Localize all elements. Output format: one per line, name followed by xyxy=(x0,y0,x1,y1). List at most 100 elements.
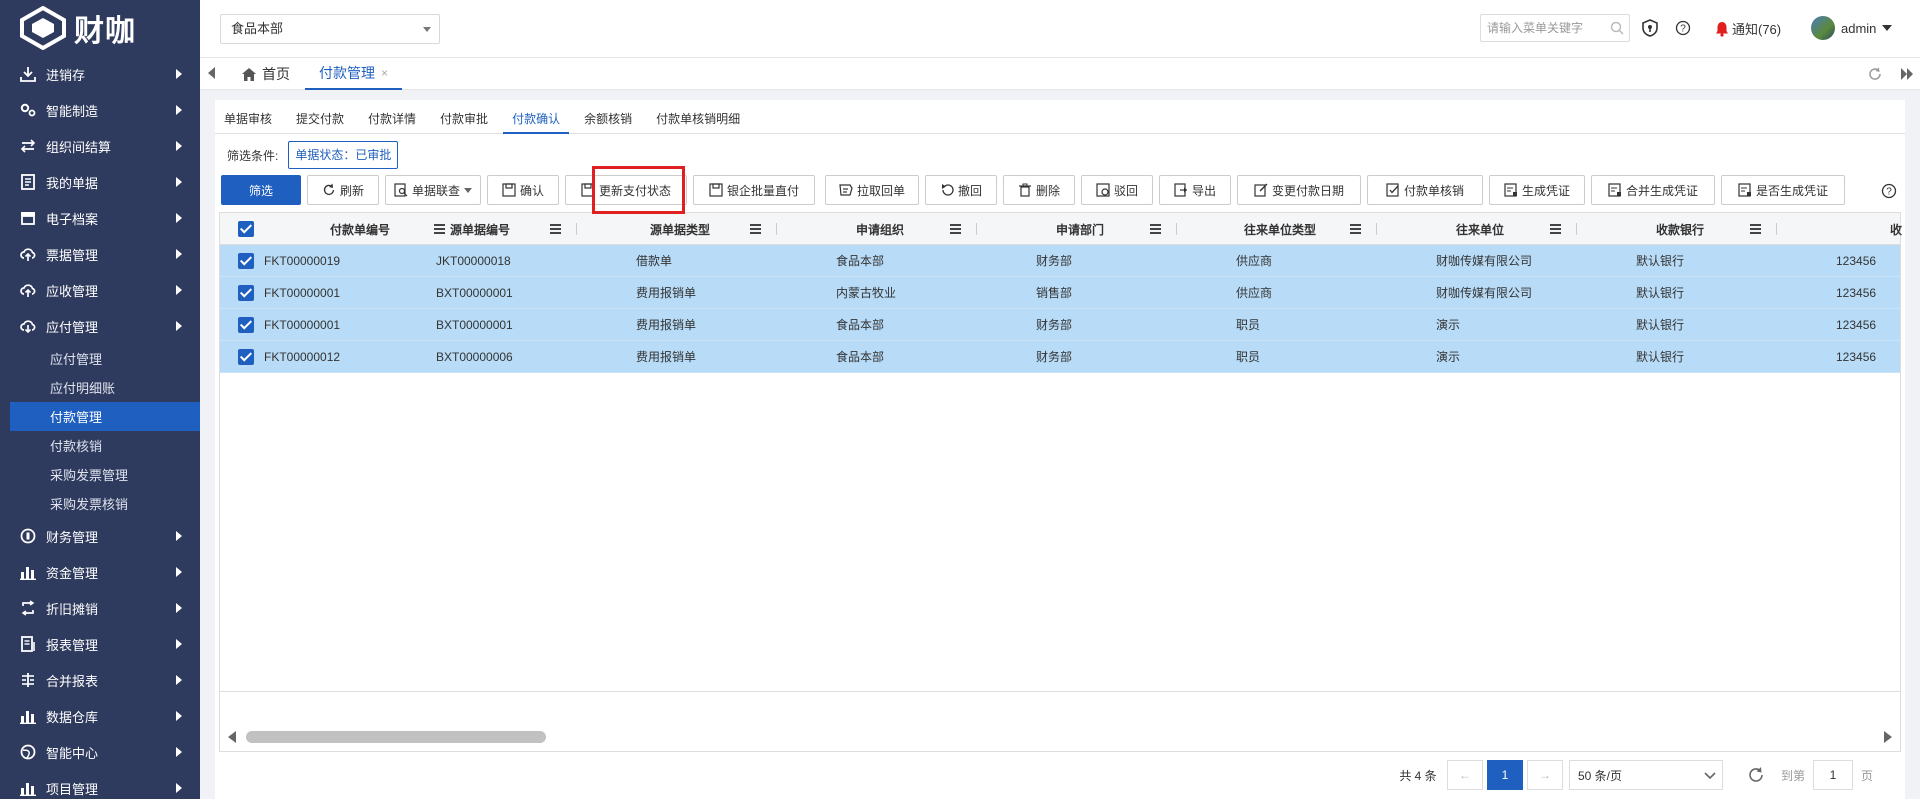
close-icon[interactable]: × xyxy=(381,66,388,80)
tab-home[interactable]: 首页 xyxy=(242,58,290,90)
is-voucher-button[interactable]: 是否生成凭证 xyxy=(1721,175,1845,205)
confirm-button[interactable]: 确认 xyxy=(487,175,559,205)
refresh-button[interactable]: 刷新 xyxy=(307,175,379,205)
sidebar-item-bottom-1[interactable]: 资金管理 xyxy=(0,554,200,590)
sidebar-subitem-5[interactable]: 采购发票核销 xyxy=(0,489,200,518)
sidebar-subitem-4[interactable]: 采购发票管理 xyxy=(0,460,200,489)
pull-receipt-button[interactable]: 拉取回单 xyxy=(825,175,919,205)
horizontal-scrollbar[interactable] xyxy=(220,723,1900,751)
row-checkbox[interactable] xyxy=(238,285,254,301)
column-header-8[interactable]: 收 xyxy=(1890,213,1910,245)
column-menu-icon[interactable] xyxy=(950,224,961,234)
scroll-left-icon[interactable] xyxy=(228,731,236,743)
row-checkbox[interactable] xyxy=(238,253,254,269)
sidebar-item-bottom-2[interactable]: 折旧摊销 xyxy=(0,590,200,626)
column-menu-icon[interactable] xyxy=(1750,224,1761,234)
sidebar-item-label: 票据管理 xyxy=(46,247,99,263)
sidebar-item-bottom-3[interactable]: 报表管理 xyxy=(0,626,200,662)
sidebar-item-bottom-5[interactable]: 数据仓库 xyxy=(0,698,200,734)
menu-search-input[interactable] xyxy=(1480,14,1630,42)
merge-voucher-button[interactable]: 合并生成凭证 xyxy=(1591,175,1715,205)
tab-scroll-right-icon[interactable] xyxy=(1900,67,1914,81)
sidebar-item-bottom-4[interactable]: 合并报表 xyxy=(0,662,200,698)
brand-logo[interactable]: 财咖 xyxy=(0,0,200,56)
subtab-5[interactable]: 余额核销 xyxy=(575,104,641,134)
page-size-select[interactable]: 50 条/页 xyxy=(1569,760,1723,790)
sidebar-item-top-3[interactable]: 我的单据 xyxy=(0,164,200,200)
linked-query-button[interactable]: 单据联查 xyxy=(385,175,481,205)
column-menu-icon[interactable] xyxy=(1350,224,1361,234)
sidebar-item-top-6[interactable]: 应收管理 xyxy=(0,272,200,308)
sidebar-subitem-0[interactable]: 应付管理 xyxy=(0,344,200,373)
filter-button[interactable]: 筛选 xyxy=(221,175,301,205)
reject-button[interactable]: 驳回 xyxy=(1081,175,1153,205)
subtab-4[interactable]: 付款确认 xyxy=(503,104,570,134)
pager-current-page[interactable]: 1 xyxy=(1487,760,1523,790)
sidebar-subitem-2[interactable]: 付款管理 xyxy=(10,402,200,431)
chevron-right-icon xyxy=(176,177,182,187)
sidebar-item-top-4[interactable]: 电子档案 xyxy=(0,200,200,236)
scroll-right-icon[interactable] xyxy=(1884,731,1892,743)
bank-batch-pay-button[interactable]: 银企批量直付 xyxy=(693,175,815,205)
sidebar-item-top-2[interactable]: 组织间结算 xyxy=(0,128,200,164)
pager-refresh-icon[interactable] xyxy=(1747,766,1765,784)
column-menu-icon[interactable] xyxy=(1150,224,1161,234)
table-row[interactable]: FKT00000001 BXT00000001 费用报销单 食品本部 财务部 职员 演示 默认… xyxy=(220,309,1900,341)
export-button[interactable]: 导出 xyxy=(1159,175,1231,205)
row-checkbox[interactable] xyxy=(238,349,254,365)
table-row[interactable]: FKT00000019 JKT00000018 借款单 食品本部 财务部 供应商 财咖传媒有… xyxy=(220,245,1900,277)
row-checkbox[interactable] xyxy=(238,317,254,333)
sidebar-item-bottom-0[interactable]: 财务管理 xyxy=(0,518,200,554)
tab-scroll-left-icon[interactable] xyxy=(208,67,215,79)
column-divider[interactable] xyxy=(1376,223,1377,235)
sidebar-item-top-1[interactable]: 智能制造 xyxy=(0,92,200,128)
subtab-0[interactable]: 单据审核 xyxy=(215,104,281,134)
help-icon[interactable]: ? xyxy=(1675,20,1691,36)
tab-payment-management[interactable]: 付款管理 × xyxy=(305,58,403,90)
subtab-2[interactable]: 付款详情 xyxy=(359,104,425,134)
chevron-right-icon xyxy=(176,531,182,541)
withdraw-button[interactable]: 撤回 xyxy=(925,175,997,205)
verify-payment-button[interactable]: 付款单核销 xyxy=(1367,175,1483,205)
pager-next-button[interactable]: → xyxy=(1527,760,1563,790)
change-pay-date-button[interactable]: 变更付款日期 xyxy=(1237,175,1361,205)
generate-voucher-button[interactable]: 生成凭证 xyxy=(1489,175,1585,205)
column-menu-icon[interactable] xyxy=(750,224,761,234)
sidebar-subitem-3[interactable]: 付款核销 xyxy=(0,431,200,460)
refresh-icon[interactable] xyxy=(1867,66,1883,82)
select-all-checkbox[interactable] xyxy=(238,221,254,237)
sidebar-item-bottom-6[interactable]: 智能中心 xyxy=(0,734,200,770)
subtab-1[interactable]: 提交付款 xyxy=(287,104,353,134)
column-divider[interactable] xyxy=(1776,223,1777,235)
subtab-6[interactable]: 付款单核销明细 xyxy=(647,104,749,134)
search-icon[interactable] xyxy=(1610,21,1624,35)
sidebar-item-label: 资金管理 xyxy=(46,565,99,581)
column-divider[interactable] xyxy=(976,223,977,235)
sidebar-subitem-1[interactable]: 应付明细账 xyxy=(0,373,200,402)
scrollbar-thumb[interactable] xyxy=(246,731,546,743)
delete-button[interactable]: 删除 xyxy=(1003,175,1075,205)
notification-button[interactable]: 通知(76) xyxy=(1715,19,1781,38)
column-divider[interactable] xyxy=(576,223,577,235)
subtab-3[interactable]: 付款审批 xyxy=(431,104,497,134)
filter-tag-status[interactable]: 单据状态：已审批 xyxy=(288,141,399,169)
sidebar-item-top-5[interactable]: 票据管理 xyxy=(0,236,200,272)
org-select[interactable]: 食品本部 xyxy=(220,14,440,44)
pager-prev-button[interactable]: ← xyxy=(1447,760,1483,790)
column-divider[interactable] xyxy=(1176,223,1177,235)
shield-icon[interactable] xyxy=(1642,19,1658,37)
sidebar-item-top-0[interactable]: 进销存 xyxy=(0,56,200,92)
help-icon[interactable]: ? xyxy=(1881,183,1897,199)
table-row[interactable]: FKT00000012 BXT00000006 费用报销单 食品本部 财务部 职员 演示 默认… xyxy=(220,341,1900,373)
sidebar-item-bottom-7[interactable]: 项目管理 xyxy=(0,770,200,799)
column-divider[interactable] xyxy=(776,223,777,235)
column-divider[interactable] xyxy=(1576,223,1577,235)
column-menu-icon[interactable] xyxy=(550,224,561,234)
table-row[interactable]: FKT00000001 BXT00000001 费用报销单 内蒙古牧业 销售部 供应商 财咖… xyxy=(220,277,1900,309)
goto-page-input[interactable]: 1 xyxy=(1813,760,1853,790)
gears-icon xyxy=(20,102,36,118)
update-pay-status-button[interactable]: 更新支付状态 xyxy=(565,175,687,205)
column-menu-icon[interactable] xyxy=(1550,224,1561,234)
user-menu[interactable]: admin xyxy=(1811,16,1893,40)
sidebar-item-top-7[interactable]: 应付管理 xyxy=(0,308,200,344)
